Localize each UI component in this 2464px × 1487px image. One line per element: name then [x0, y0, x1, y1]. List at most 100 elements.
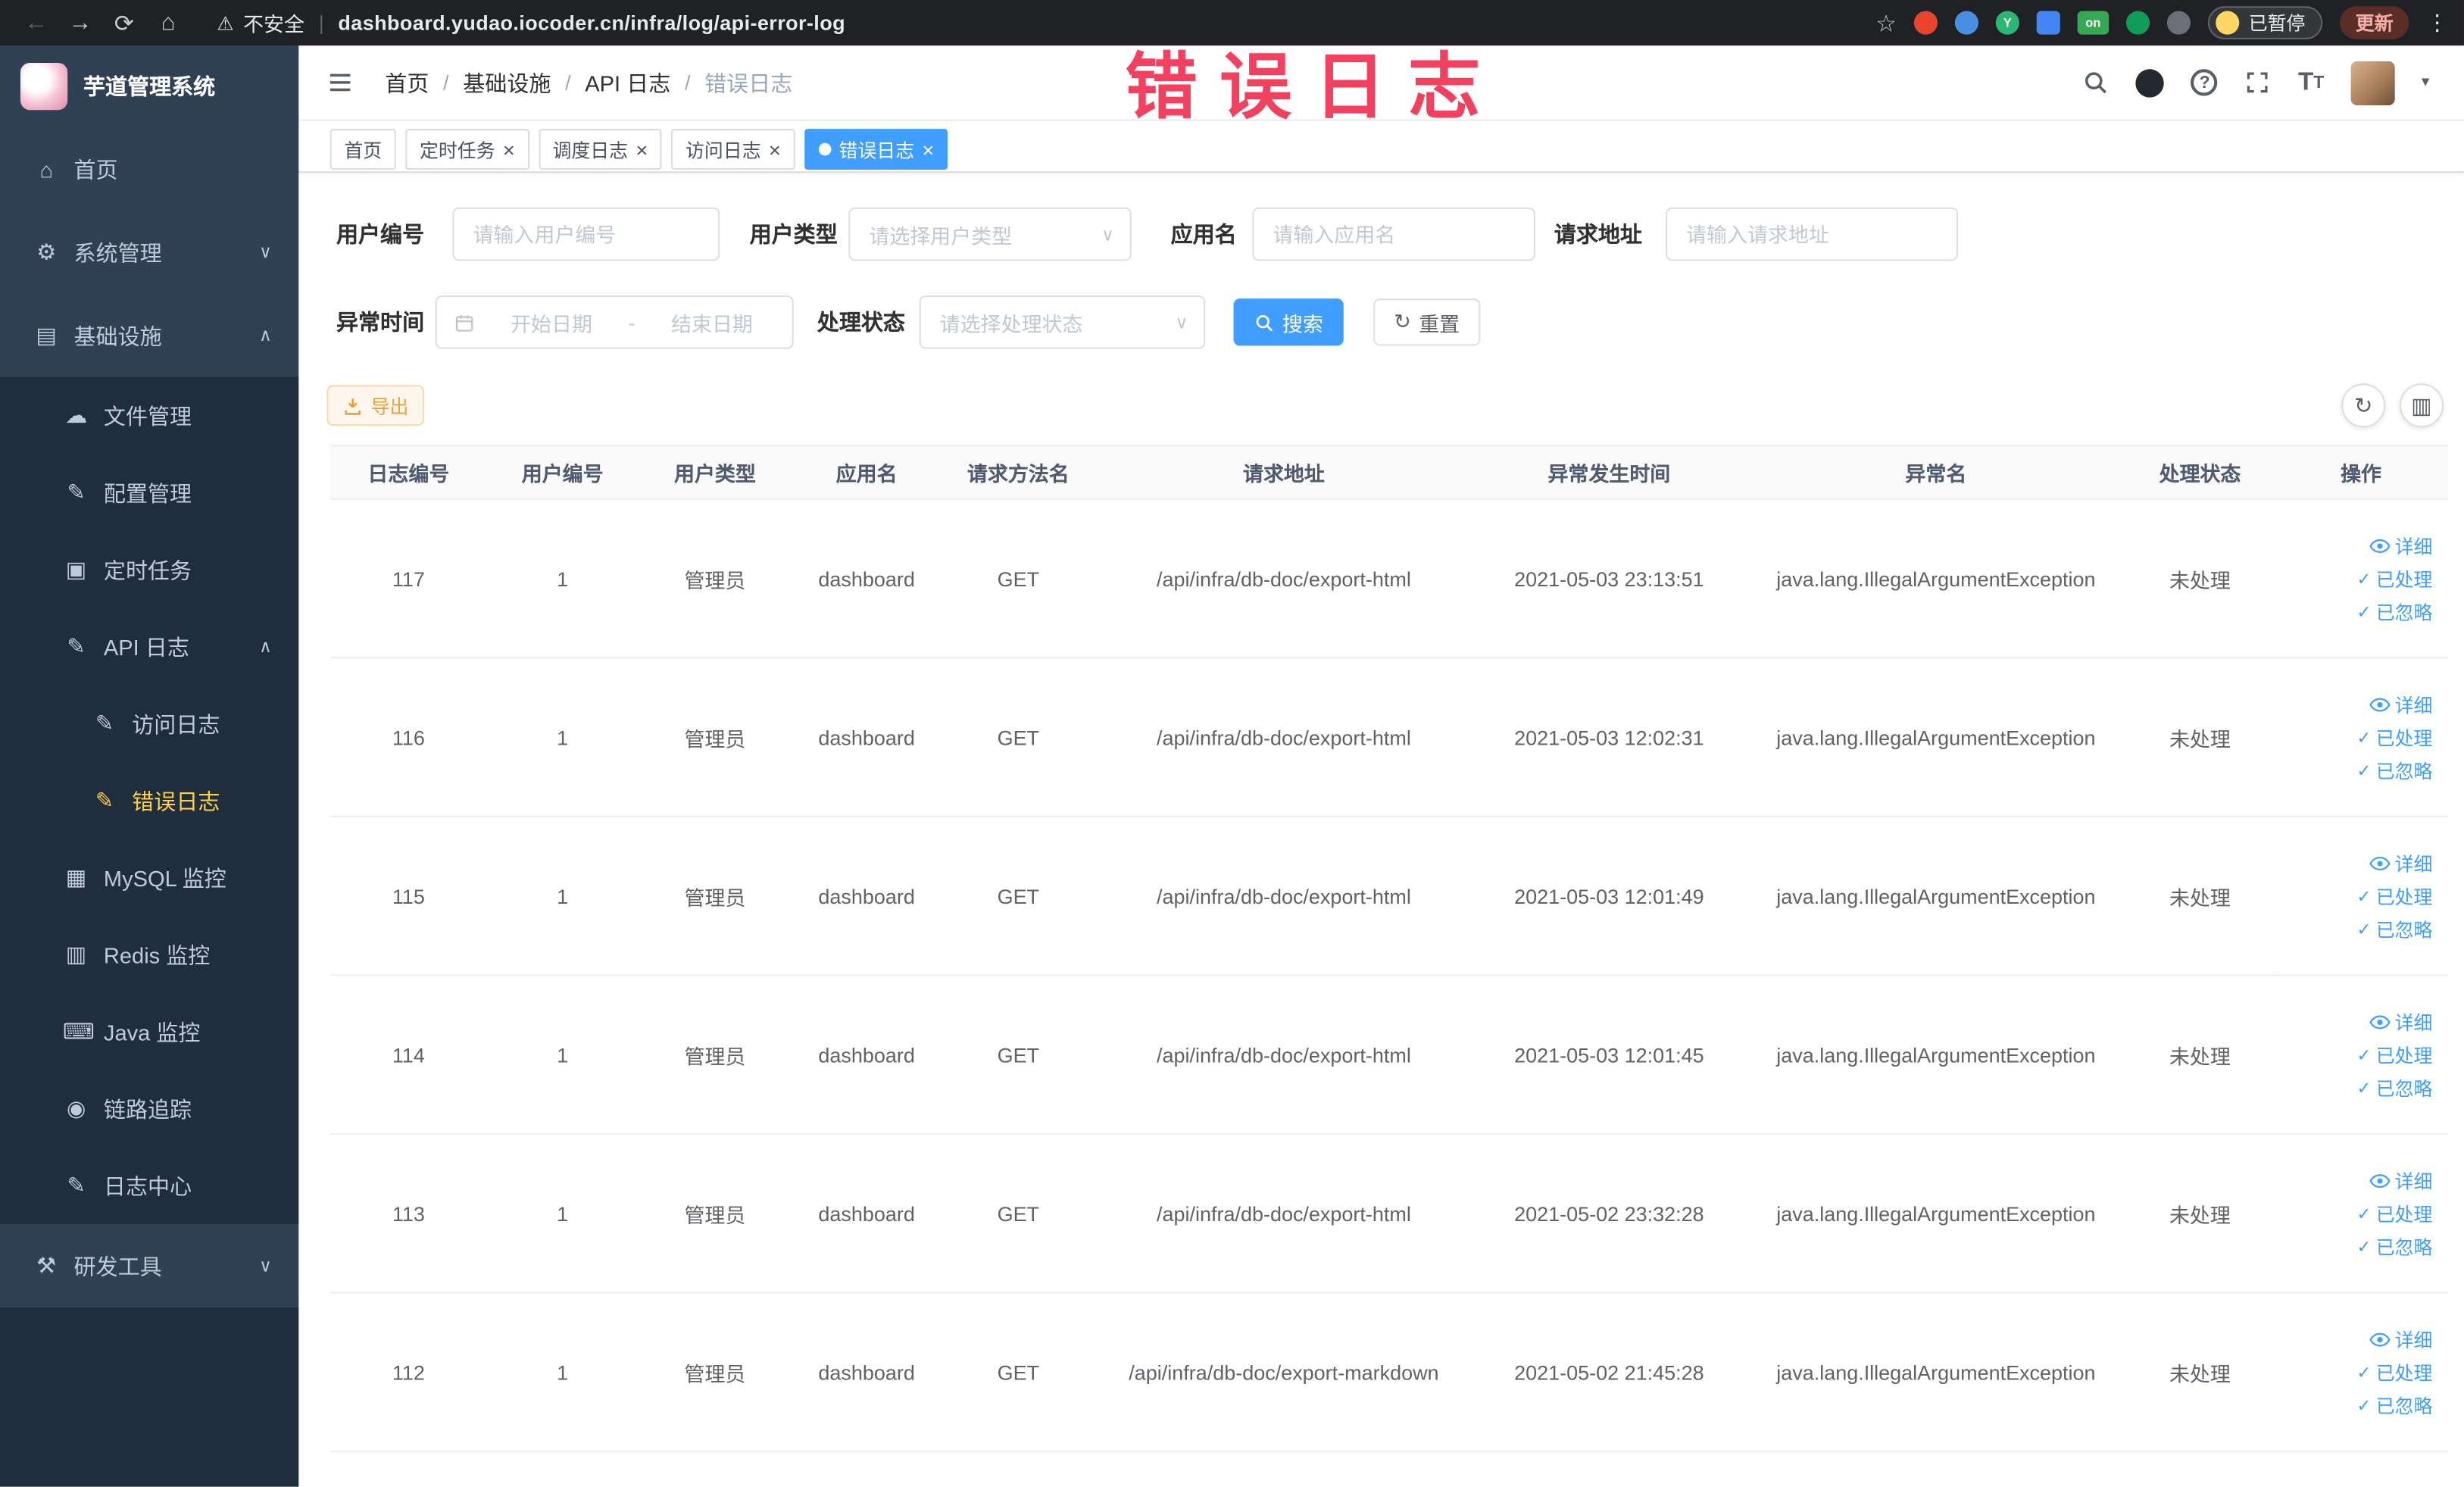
- tab-schedule-log[interactable]: 调度日志 ×: [538, 129, 662, 170]
- layers-icon: ▥: [65, 941, 87, 967]
- breadcrumb-item[interactable]: 首页: [385, 67, 429, 98]
- reset-button[interactable]: ↻ 重置: [1373, 298, 1481, 346]
- mark-processed-link[interactable]: ✓ 已处理: [2356, 1358, 2432, 1385]
- close-icon[interactable]: ×: [769, 139, 781, 160]
- user-type-select[interactable]: 请选择用户类型 ∨: [848, 207, 1132, 261]
- sidebar-filler: [0, 1307, 299, 1487]
- help-icon[interactable]: ?: [2191, 69, 2219, 96]
- mark-ignored-link[interactable]: ✓ 已忽略: [2356, 1392, 2432, 1418]
- close-icon[interactable]: ×: [503, 139, 515, 160]
- mark-processed-link[interactable]: ✓ 已处理: [2356, 1041, 2432, 1067]
- back-icon[interactable]: ←: [16, 4, 57, 42]
- tab-home[interactable]: 首页: [329, 129, 396, 170]
- sidebar-item-home[interactable]: ⌂ 首页: [0, 127, 299, 211]
- logo[interactable]: 芋道管理系统: [0, 45, 299, 128]
- cell-status: 未处理: [2125, 1292, 2274, 1452]
- breadcrumb-item[interactable]: 基础设施: [463, 67, 551, 98]
- sidebar-item-trace[interactable]: ◉ 链路追踪: [0, 1070, 299, 1148]
- address-bar[interactable]: ⚠ 不安全 | dashboard.yudao.iocoder.cn/infra…: [217, 8, 845, 37]
- mark-ignored-link[interactable]: ✓ 已忽略: [2356, 598, 2432, 624]
- cell-time: 2021-05-03 12:02:31: [1472, 658, 1746, 817]
- tab-scheduled-task[interactable]: 定时任务 ×: [405, 129, 529, 170]
- tab-error-log[interactable]: 错误日志 ×: [804, 129, 948, 170]
- collapse-menu-icon[interactable]: [327, 67, 358, 98]
- mark-processed-link[interactable]: ✓ 已处理: [2356, 883, 2432, 909]
- detail-link[interactable]: 详细: [2369, 1326, 2432, 1352]
- mark-processed-link[interactable]: ✓ 已处理: [2356, 1200, 2432, 1226]
- detail-link[interactable]: 详细: [2369, 1167, 2432, 1193]
- sidebar-item-scheduled-task[interactable]: ▣ 定时任务: [0, 531, 299, 608]
- cell-time: 2021-05-02 23:32:28: [1472, 1133, 1746, 1294]
- refresh-button[interactable]: ↻: [2341, 383, 2386, 428]
- user-avatar[interactable]: [2350, 60, 2395, 105]
- sidebar-item-access-log[interactable]: ✎ 访问日志: [0, 685, 299, 763]
- sidebar-item-redis-monitor[interactable]: ▥ Redis 监控: [0, 916, 299, 994]
- process-status-select[interactable]: 请选择处理状态 ∨: [919, 295, 1206, 349]
- close-icon[interactable]: ×: [922, 139, 934, 160]
- date-range-picker[interactable]: 开始日期 - 结束日期: [435, 295, 794, 349]
- mark-ignored-link[interactable]: ✓ 已忽略: [2356, 757, 2432, 783]
- export-button[interactable]: 导出: [326, 385, 425, 426]
- sidebar-item-config-manage[interactable]: ✎ 配置管理: [0, 454, 299, 532]
- browser-home-icon[interactable]: ⌂: [148, 4, 189, 42]
- sidebar-item-file-manage[interactable]: ☁ 文件管理: [0, 376, 299, 455]
- timer-icon: ▣: [65, 556, 87, 582]
- sidebar-item-error-log[interactable]: ✎ 错误日志: [0, 762, 299, 839]
- mark-ignored-link[interactable]: ✓ 已忽略: [2356, 1074, 2432, 1101]
- extension-icon[interactable]: [2125, 11, 2150, 35]
- sidebar-item-java-monitor[interactable]: ⌨ Java 监控: [0, 993, 299, 1070]
- detail-link[interactable]: 详细: [2369, 1008, 2432, 1035]
- table-row: 115 1 管理员 dashboard GET /api/infra/db-do…: [329, 816, 2449, 976]
- extension-icon[interactable]: on: [2077, 11, 2110, 35]
- check-icon: ✓: [2356, 1045, 2372, 1065]
- sidebar-item-api-log[interactable]: ✎ API 日志 ∧: [0, 608, 299, 686]
- detail-label: 详细: [2394, 852, 2433, 875]
- request-url-input[interactable]: [1666, 207, 1958, 261]
- user-id-input[interactable]: [452, 207, 720, 261]
- sidebar-item-log-center[interactable]: ✎ 日志中心: [0, 1147, 299, 1225]
- breadcrumb-item[interactable]: API 日志: [585, 67, 670, 98]
- extension-icon[interactable]: [2036, 11, 2060, 35]
- search-icon[interactable]: [2083, 69, 2110, 95]
- tab-access-log[interactable]: 访问日志 ×: [671, 129, 795, 170]
- app-name-input[interactable]: [1252, 207, 1535, 261]
- mark-ignored-link[interactable]: ✓ 已忽略: [2356, 1233, 2432, 1260]
- extension-icon[interactable]: [2166, 11, 2191, 35]
- bookmark-star-icon[interactable]: ☆: [1875, 8, 1897, 36]
- mark-processed-link[interactable]: ✓ 已处理: [2356, 723, 2432, 750]
- extension-icon[interactable]: Y: [1995, 11, 2019, 35]
- sidebar-item-dev-tools[interactable]: ⚒ 研发工具 ∨: [0, 1224, 299, 1308]
- reload-icon[interactable]: ⟳: [104, 4, 145, 42]
- sidebar-item-system-manage[interactable]: ⚙ 系统管理 ∨: [0, 210, 299, 294]
- caret-down-icon[interactable]: ▾: [2422, 74, 2429, 92]
- detail-link[interactable]: 详细: [2369, 849, 2432, 876]
- cell-method: GET: [941, 975, 1095, 1135]
- extension-icon[interactable]: [1913, 11, 1938, 35]
- extension-icon[interactable]: [1954, 11, 1978, 35]
- detail-link[interactable]: 详细: [2369, 532, 2432, 558]
- browser-menu-icon[interactable]: ⋮: [2426, 9, 2448, 36]
- sidebar-item-label: 文件管理: [103, 403, 192, 429]
- sidebar-item-infrastructure[interactable]: ▤ 基础设施 ∧: [0, 293, 299, 377]
- mark-ignored-link[interactable]: ✓ 已忽略: [2356, 915, 2432, 942]
- mark-processed-link[interactable]: ✓ 已处理: [2356, 565, 2432, 592]
- column-settings-button[interactable]: ▥: [2399, 383, 2444, 428]
- close-icon[interactable]: ×: [636, 139, 648, 160]
- forward-icon[interactable]: →: [60, 4, 101, 42]
- browser-update-button[interactable]: 更新: [2340, 6, 2409, 39]
- cell-url: /api/infra/db-doc/export-markdown: [1095, 1292, 1472, 1452]
- sidebar-item-mysql-monitor[interactable]: ▦ MySQL 监控: [0, 839, 299, 917]
- breadcrumb-separator: /: [443, 70, 449, 95]
- sidebar-item-label: 基础设施: [73, 323, 162, 348]
- detail-link[interactable]: 详细: [2369, 691, 2432, 717]
- search-button[interactable]: 搜索: [1233, 298, 1344, 346]
- column-header: 异常发生时间: [1472, 445, 1746, 500]
- cell-user-id: 1: [487, 1133, 639, 1294]
- profile-paused-button[interactable]: 已暂停: [2207, 6, 2323, 39]
- refresh-icon: ↻: [2354, 392, 2373, 417]
- fullscreen-icon[interactable]: [2244, 69, 2271, 95]
- github-icon[interactable]: [2136, 68, 2165, 97]
- font-size-icon[interactable]: TT: [2298, 68, 2324, 96]
- cell-log-id: 117: [329, 498, 488, 659]
- calendar-icon: [454, 312, 475, 333]
